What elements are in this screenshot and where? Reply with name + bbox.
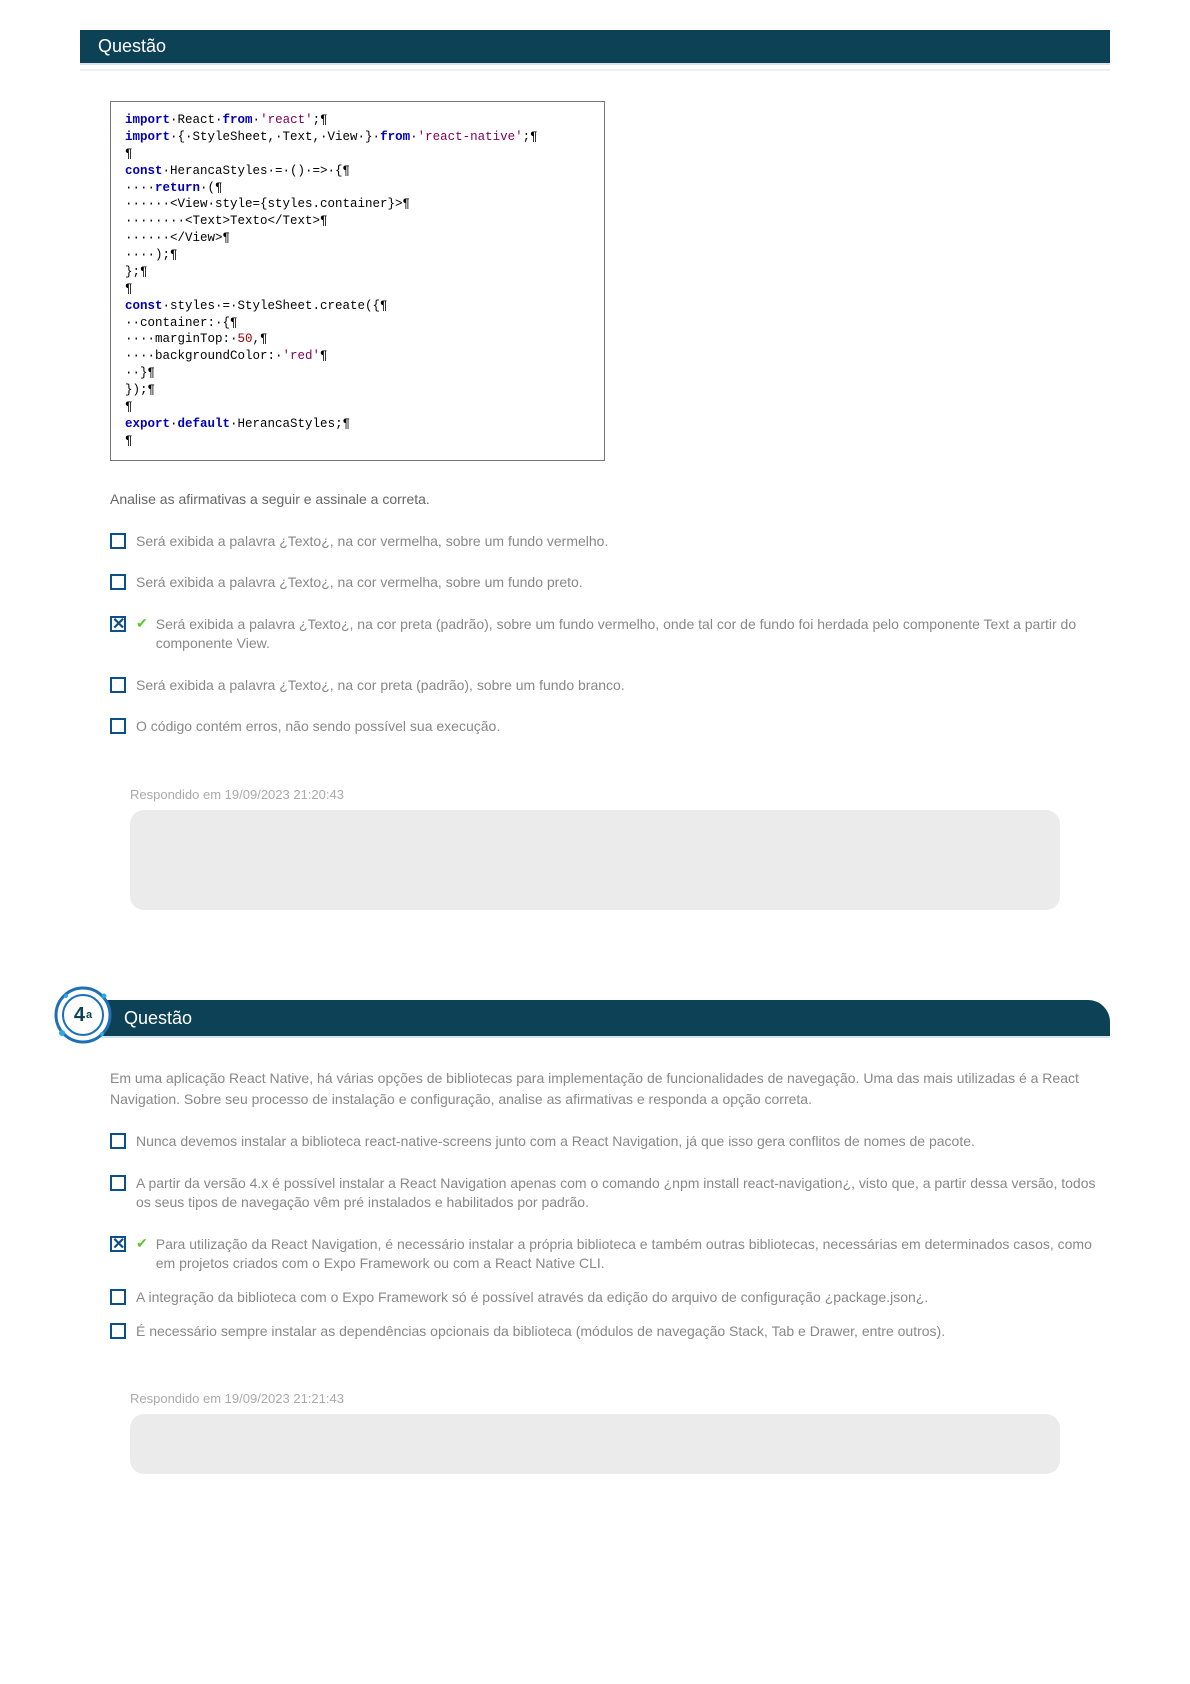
answer-section: Respondido em 19/09/2023 21:21:43 bbox=[80, 1391, 1110, 1474]
checkbox-checked-icon bbox=[110, 1236, 126, 1252]
checkbox-icon bbox=[110, 533, 126, 549]
code-sample: import·React·from·'react';¶ import·{·Sty… bbox=[110, 101, 605, 461]
checkbox-icon bbox=[110, 1289, 126, 1305]
checkbox-icon bbox=[110, 677, 126, 693]
option-b[interactable]: A partir da versão 4.x é possível instal… bbox=[110, 1174, 1110, 1213]
answer-section: Respondido em 19/09/2023 21:20:43 bbox=[80, 787, 1110, 910]
question-header: Questão bbox=[80, 30, 1110, 65]
correct-tick-icon: ✔ bbox=[136, 615, 148, 632]
checkbox-checked-icon bbox=[110, 616, 126, 632]
checkbox-icon bbox=[110, 718, 126, 734]
checkbox-icon bbox=[110, 1175, 126, 1191]
question-header-text: Questão bbox=[124, 1008, 192, 1029]
answer-placeholder-box bbox=[130, 1414, 1060, 1474]
option-text: Para utilização da React Navigation, é n… bbox=[156, 1235, 1110, 1274]
option-b[interactable]: Será exibida a palavra ¿Texto¿, na cor v… bbox=[110, 573, 1110, 593]
question-prompt: Analise as afirmativas a seguir e assina… bbox=[110, 491, 1110, 507]
option-d[interactable]: A integração da biblioteca com o Expo Fr… bbox=[110, 1288, 1110, 1308]
option-e[interactable]: É necessário sempre instalar as dependên… bbox=[110, 1322, 1110, 1342]
question-ordinal: a bbox=[86, 1009, 92, 1021]
option-a[interactable]: Será exibida a palavra ¿Texto¿, na cor v… bbox=[110, 532, 1110, 552]
question-3: Questão import·React·from·'react';¶ impo… bbox=[80, 30, 1110, 910]
question-number: 4 bbox=[74, 1004, 85, 1027]
option-text: A partir da versão 4.x é possível instal… bbox=[136, 1174, 1110, 1213]
option-text: É necessário sempre instalar as dependên… bbox=[136, 1322, 945, 1342]
options-list: Será exibida a palavra ¿Texto¿, na cor v… bbox=[110, 532, 1110, 738]
option-text: Será exibida a palavra ¿Texto¿, na cor p… bbox=[156, 615, 1110, 654]
question-number-badge: 4a bbox=[54, 986, 112, 1044]
answered-timestamp: Respondido em 19/09/2023 21:21:43 bbox=[130, 1391, 1110, 1406]
option-c[interactable]: ✔ Para utilização da React Navigation, é… bbox=[110, 1235, 1110, 1274]
answer-placeholder-box bbox=[130, 810, 1060, 910]
option-c[interactable]: ✔ Será exibida a palavra ¿Texto¿, na cor… bbox=[110, 615, 1110, 654]
checkbox-icon bbox=[110, 1323, 126, 1339]
option-text: Nunca devemos instalar a biblioteca reac… bbox=[136, 1132, 975, 1152]
correct-tick-icon: ✔ bbox=[136, 1235, 148, 1252]
option-text: O código contém erros, não sendo possíve… bbox=[136, 717, 500, 737]
options-list: Nunca devemos instalar a biblioteca reac… bbox=[110, 1132, 1110, 1341]
question-header-text: Questão bbox=[98, 36, 166, 56]
option-e[interactable]: O código contém erros, não sendo possíve… bbox=[110, 717, 1110, 737]
checkbox-icon bbox=[110, 574, 126, 590]
question-intro: Em uma aplicação React Native, há várias… bbox=[110, 1068, 1080, 1110]
header-underline bbox=[80, 69, 1110, 71]
option-text: A integração da biblioteca com o Expo Fr… bbox=[136, 1288, 928, 1308]
option-text: Será exibida a palavra ¿Texto¿, na cor v… bbox=[136, 573, 583, 593]
answered-timestamp: Respondido em 19/09/2023 21:20:43 bbox=[130, 787, 1110, 802]
option-text: Será exibida a palavra ¿Texto¿, na cor v… bbox=[136, 532, 608, 552]
option-d[interactable]: Será exibida a palavra ¿Texto¿, na cor p… bbox=[110, 676, 1110, 696]
question-4: 4a Questão Em uma aplicação React Native… bbox=[80, 1000, 1110, 1474]
option-text: Será exibida a palavra ¿Texto¿, na cor p… bbox=[136, 676, 625, 696]
option-a[interactable]: Nunca devemos instalar a biblioteca reac… bbox=[110, 1132, 1110, 1152]
checkbox-icon bbox=[110, 1133, 126, 1149]
question-header: Questão bbox=[80, 1000, 1110, 1038]
